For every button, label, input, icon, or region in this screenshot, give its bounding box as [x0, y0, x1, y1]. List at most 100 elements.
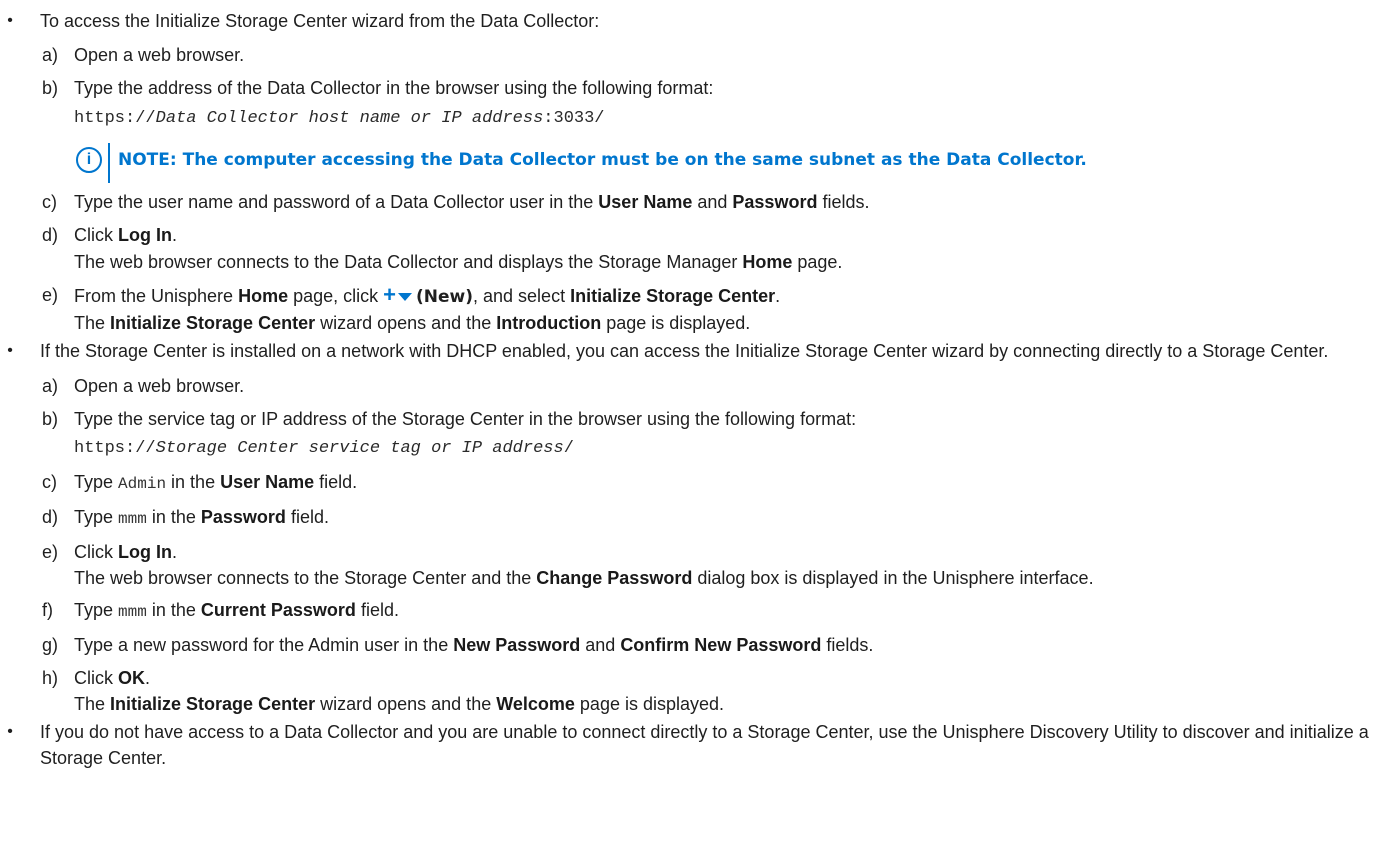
bullet-data-collector: • To access the Initialize Storage Cente… [0, 7, 1395, 35]
inline-code: mmm [118, 510, 147, 528]
step-text: From the Unisphere [74, 286, 239, 306]
step-text: and [692, 192, 733, 212]
step-g: g) Type a new password for the Admin use… [0, 632, 1395, 658]
step-text: in the [146, 600, 201, 620]
step-text: . [145, 668, 151, 688]
step-b: b) Type the service tag or IP address of… [0, 406, 1395, 432]
ui-term: Log In [118, 225, 172, 245]
step-result: The Initialize Storage Center wizard ope… [0, 692, 1395, 716]
step-text: Type the service tag or IP address of th… [74, 409, 857, 429]
step-text: field. [314, 472, 358, 492]
step-text: , and select [473, 286, 571, 306]
step-text: field. [355, 600, 399, 620]
step-text: in the [166, 472, 221, 492]
step-e: e) Click Log In. [0, 539, 1395, 565]
result-text: The [74, 694, 111, 714]
step-result: The web browser connects to the Data Col… [0, 250, 1395, 274]
step-text: Type the address of the Data Collector i… [74, 78, 714, 98]
bullet-marker: • [7, 342, 13, 359]
step-text: and [580, 635, 621, 655]
step-marker: f) [42, 600, 53, 620]
ui-term: User Name [598, 192, 693, 212]
result-text: page. [792, 252, 843, 272]
document-body: • To access the Initialize Storage Cente… [0, 0, 1395, 771]
url-prefix: https:// [74, 439, 156, 458]
result-text: wizard opens and the [315, 694, 497, 714]
ui-term: User Name [220, 472, 315, 492]
step-marker: b) [42, 409, 59, 429]
ui-term: New Password [453, 635, 581, 655]
step-text: Type a new password for the Admin user i… [74, 635, 454, 655]
bullet-direct-connect: • If the Storage Center is installed on … [0, 338, 1395, 364]
url-format: https://Data Collector host name or IP a… [0, 105, 1395, 133]
step-marker: d) [42, 225, 59, 245]
step-c: c) Type the user name and password of a … [0, 189, 1395, 215]
step-text: . [775, 286, 781, 306]
step-text: field. [285, 507, 329, 527]
step-text: Type [74, 472, 119, 492]
ui-term: Password [732, 192, 818, 212]
new-button-label: (New) [416, 287, 474, 307]
note-text: NOTE: The computer accessing the Data Co… [118, 150, 1087, 170]
bullet-text: If you do not have access to a Data Coll… [40, 722, 1369, 768]
step-marker: d) [42, 507, 59, 527]
step-text: Type the user name and password of a Dat… [74, 192, 599, 212]
step-f: f) Type mmm in the Current Password fiel… [0, 597, 1395, 625]
step-c: c) Type Admin in the User Name field. [0, 469, 1395, 497]
ui-term: Confirm New Password [620, 635, 822, 655]
result-text: The web browser connects to the Data Col… [74, 252, 743, 272]
url-format: https://Storage Center service tag or IP… [0, 435, 1395, 463]
ui-term: Log In [118, 542, 172, 562]
note-box: i NOTE: The computer accessing the Data … [72, 143, 1395, 183]
bullet-discovery-utility: • If you do not have access to a Data Co… [0, 719, 1395, 771]
caret-down-icon [398, 293, 412, 302]
step-marker: e) [42, 542, 59, 562]
result-text: The [74, 313, 111, 333]
step-text: page, click [288, 286, 384, 306]
url-prefix: https:// [74, 109, 156, 128]
inline-code: mmm [118, 603, 147, 621]
step-a: a) Open a web browser. [0, 373, 1395, 399]
ui-term: Initialize Storage Center [110, 313, 316, 333]
step-text: Type [74, 600, 119, 620]
step-text: Open a web browser. [74, 376, 245, 396]
result-text: wizard opens and the [315, 313, 497, 333]
step-marker: a) [42, 45, 59, 65]
step-b: b) Type the address of the Data Collecto… [0, 75, 1395, 101]
step-marker: e) [42, 285, 59, 305]
step-marker: h) [42, 668, 59, 688]
step-d: d) Click Log In. [0, 222, 1395, 248]
ui-term: Introduction [496, 313, 602, 333]
url-suffix: :3033/ [543, 109, 605, 128]
bullet-text: If the Storage Center is installed on a … [40, 341, 1329, 361]
step-text: Click [74, 542, 118, 562]
step-e: e) From the Unisphere Home page, click +… [0, 282, 1395, 310]
inline-code: Admin [118, 475, 167, 493]
plus-icon: + [383, 282, 396, 307]
ui-term: Home [238, 286, 289, 306]
step-marker: b) [42, 78, 59, 98]
step-d: d) Type mmm in the Password field. [0, 504, 1395, 532]
step-text: Open a web browser. [74, 45, 245, 65]
step-text: in the [146, 507, 201, 527]
ui-term: Home [742, 252, 793, 272]
step-h: h) Click OK. [0, 665, 1395, 691]
info-circle-icon: i [76, 147, 102, 173]
result-text: dialog box is displayed in the Unisphere… [692, 568, 1094, 588]
step-text: Click [74, 668, 118, 688]
ui-term: Change Password [536, 568, 693, 588]
step-text: fields. [817, 192, 870, 212]
step-marker: c) [42, 472, 57, 492]
url-suffix: / [563, 439, 574, 458]
step-a: a) Open a web browser. [0, 42, 1395, 68]
result-text: The web browser connects to the Storage … [74, 568, 537, 588]
ui-term: OK [118, 668, 145, 688]
note-body: The computer accessing the Data Collecto… [182, 150, 1087, 170]
step-text: Click [74, 225, 118, 245]
ui-term: Initialize Storage Center [110, 694, 316, 714]
step-result: The web browser connects to the Storage … [0, 566, 1395, 590]
bullet-marker: • [7, 12, 13, 29]
result-text: page is displayed. [574, 694, 725, 714]
url-variable: Data Collector host name or IP address [155, 109, 544, 128]
ui-term: Initialize Storage Center [570, 286, 776, 306]
